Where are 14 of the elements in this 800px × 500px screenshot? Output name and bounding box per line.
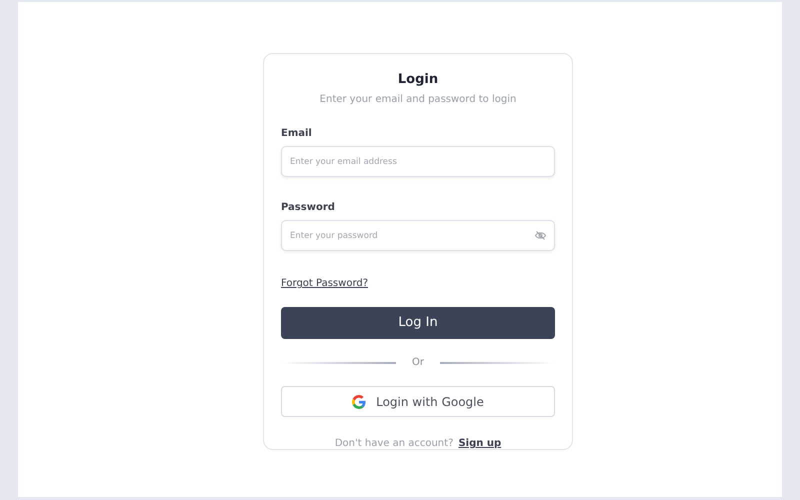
google-login-button[interactable]: Login with Google [281,386,555,417]
forgot-password-link[interactable]: Forgot Password? [281,278,368,289]
eye-hidden-icon[interactable] [535,231,546,240]
google-icon [352,394,366,408]
password-field[interactable]: Enter your password [281,220,555,251]
field-label: Password [281,201,336,215]
field-label: Email [281,127,313,141]
sign-up-link[interactable]: Sign up [458,438,502,449]
card-subtitle: Enter your email and password to login [318,93,518,107]
card-title: Login [396,71,440,89]
divider-label: Or [412,356,424,370]
signup-prompt: Don't have an account? [334,438,454,449]
login-button[interactable]: Log In [281,307,555,339]
email-field[interactable]: Enter your email address [281,146,555,177]
